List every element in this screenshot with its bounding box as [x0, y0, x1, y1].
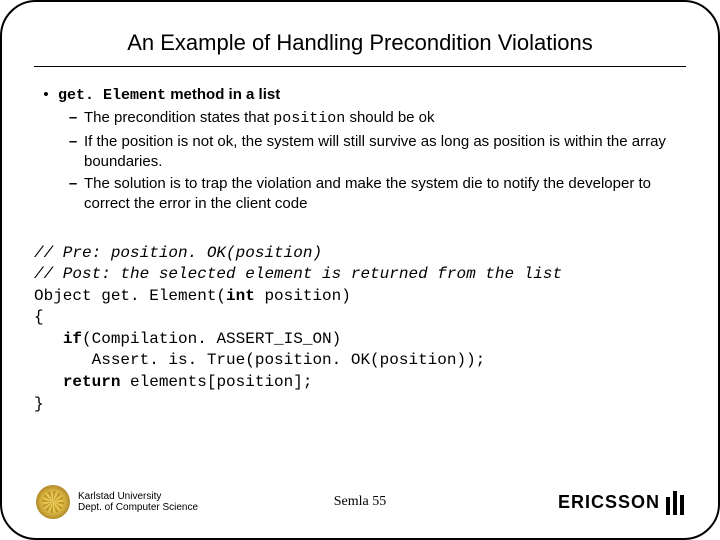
dash-mark: –	[62, 108, 84, 129]
sub-1c: should be ok	[345, 109, 434, 126]
code-l3b: int	[226, 287, 255, 305]
dash-mark: –	[62, 174, 84, 215]
code-block: // Pre: position. OK(position) // Post: …	[34, 243, 686, 416]
footer: Karlstad University Dept. of Computer Sc…	[2, 480, 718, 524]
code-l8: }	[34, 395, 44, 413]
code-comment-2: // Post: the selected element is returne…	[34, 265, 562, 283]
page-number: Semla 55	[300, 494, 420, 510]
slide-title: An Example of Handling Precondition Viol…	[34, 30, 686, 67]
code-l5a	[34, 330, 63, 348]
ericsson-wordmark: ERICSSON	[558, 492, 660, 513]
university-text: Karlstad University Dept. of Computer Sc…	[78, 491, 198, 514]
sub-bullet-1: – The precondition states that position …	[62, 108, 686, 129]
slide-frame: An Example of Handling Precondition Viol…	[0, 0, 720, 540]
dash-mark: –	[62, 132, 84, 173]
code-l5c: (Compilation. ASSERT_IS_ON)	[82, 330, 341, 348]
code-l7a	[34, 373, 63, 391]
code-comment-1: // Pre: position. OK(position)	[34, 244, 322, 262]
code-l3c: position)	[255, 287, 351, 305]
bullet-1: • get. Element method in a list	[34, 85, 686, 106]
sub-bullet-3: – The solution is to trap the violation …	[62, 174, 686, 215]
code-l4: {	[34, 308, 44, 326]
bullet-1-text: get. Element method in a list	[58, 85, 686, 106]
university-block: Karlstad University Dept. of Computer Sc…	[36, 485, 300, 519]
bullet-1-code: get. Element	[58, 87, 166, 104]
sub-2-text: If the position is not ok, the system wi…	[84, 132, 686, 173]
university-logo-icon	[36, 485, 70, 519]
code-l7c: elements[position];	[120, 373, 312, 391]
slide-content: • get. Element method in a list – The pr…	[34, 85, 686, 415]
sub-bullet-2: – If the position is not ok, the system …	[62, 132, 686, 173]
ericsson-block: ERICSSON	[420, 489, 684, 515]
code-l5b: if	[63, 330, 82, 348]
sub-1-text: The precondition states that position sh…	[84, 108, 686, 129]
code-l7b: return	[63, 373, 121, 391]
university-line-2: Dept. of Computer Science	[78, 502, 198, 514]
code-l6: Assert. is. True(position. OK(position))…	[34, 351, 485, 369]
sub-1a: The precondition states that	[84, 109, 273, 126]
university-line-1: Karlstad University	[78, 491, 198, 503]
ericsson-bars-icon	[666, 489, 684, 515]
code-l3a: Object get. Element(	[34, 287, 226, 305]
bullet-1-rest: method in a list	[166, 86, 280, 103]
sub-1b: position	[273, 110, 345, 127]
bullet-dot: •	[34, 85, 58, 106]
sub-3-text: The solution is to trap the violation an…	[84, 174, 686, 215]
